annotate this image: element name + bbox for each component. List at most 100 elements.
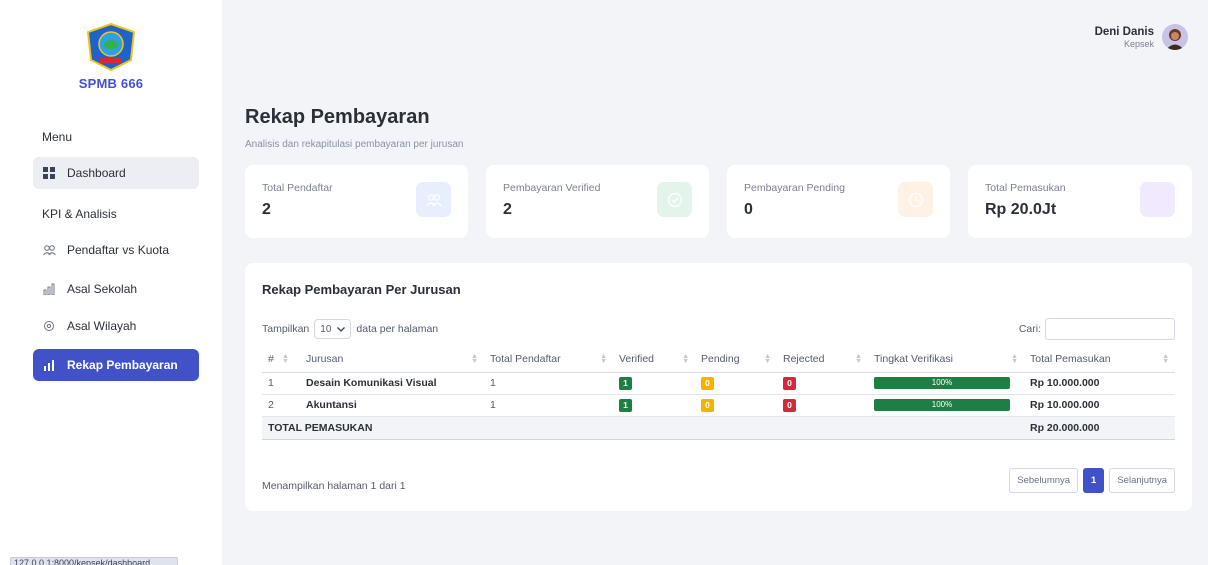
column-header-jurusan[interactable]: Jurusan ▲ ▼ bbox=[300, 346, 484, 373]
cell-jurusan: Desain Komunikasi Visual bbox=[300, 372, 484, 395]
sidebar-item-label: Dashboard bbox=[67, 166, 126, 180]
stat-card-total-pemasukan: Total Pemasukan Rp 20.0Jt bbox=[968, 165, 1192, 238]
table-row: 1 Desain Komunikasi Visual 1 1 0 0 100% … bbox=[262, 372, 1175, 395]
sidebar-item-label: Pendaftar vs Kuota bbox=[67, 243, 170, 257]
stat-value: 2 bbox=[503, 201, 512, 218]
table-info: Menampilkan halaman 1 dari 1 bbox=[262, 480, 406, 492]
sidebar-item-label: Rekap Pembayaran bbox=[67, 358, 178, 372]
table-search: Cari: bbox=[1019, 318, 1175, 340]
next-page-button[interactable]: Selanjutnya bbox=[1109, 468, 1175, 493]
clock-icon bbox=[898, 182, 933, 217]
bar-chart-icon bbox=[42, 358, 56, 372]
status-url: 127.0.0.1:8000/kepsek/dashboard bbox=[10, 557, 178, 565]
page-length-value: 10 bbox=[320, 323, 332, 335]
school-logo bbox=[84, 22, 138, 72]
sort-icon: ▲ ▼ bbox=[282, 353, 289, 365]
cell-total: 1 bbox=[484, 394, 613, 417]
page-subtitle: Analisis dan rekapitulasi pembayaran per… bbox=[245, 139, 464, 150]
stat-value: 0 bbox=[744, 201, 753, 218]
rejected-badge: 0 bbox=[783, 398, 796, 412]
brand-name: SPMB 666 bbox=[78, 76, 144, 91]
menu-heading: Menu bbox=[42, 130, 73, 144]
column-header-pending[interactable]: Pending ▲ ▼ bbox=[695, 346, 777, 373]
table-total-row: TOTAL PEMASUKAN Rp 20.000.000 bbox=[262, 416, 1175, 440]
cell-jurusan: Akuntansi bbox=[300, 394, 484, 417]
stat-card-pembayaran-pending: Pembayaran Pending 0 bbox=[727, 165, 950, 238]
column-header-no[interactable]: # ▲ ▼ bbox=[262, 346, 300, 373]
pagination: Sebelumnya 1 Selanjutnya bbox=[1009, 468, 1175, 493]
stat-label: Pembayaran Verified bbox=[503, 182, 601, 194]
stat-card-total-pendaftar: Total Pendaftar 2 bbox=[245, 165, 468, 238]
sort-icon: ▲ ▼ bbox=[600, 353, 607, 365]
cell-pemasukan: Rp 10.000.000 bbox=[1024, 394, 1175, 417]
map-pin-icon bbox=[42, 319, 56, 333]
brand[interactable]: SPMB 666 bbox=[0, 22, 222, 91]
rekap-table-panel: Rekap Pembayaran Per Jurusan Tampilkan 1… bbox=[245, 263, 1192, 511]
avatar[interactable] bbox=[1162, 24, 1188, 50]
sort-icon: ▲ ▼ bbox=[1011, 353, 1018, 365]
sidebar-item-label: Asal Sekolah bbox=[67, 282, 138, 296]
sort-icon: ▲ ▼ bbox=[471, 353, 478, 365]
user-name: Deni Danis bbox=[1094, 25, 1154, 38]
page-1-button[interactable]: 1 bbox=[1083, 468, 1105, 493]
users-icon bbox=[42, 243, 56, 257]
cell-total: 1 bbox=[484, 372, 613, 395]
cell-no: 1 bbox=[262, 372, 300, 395]
verification-progress-fill: 100% bbox=[874, 377, 1010, 389]
sidebar-item-label: Asal Wilayah bbox=[67, 319, 137, 333]
sort-icon: ▲ ▼ bbox=[682, 353, 689, 365]
chevron-down-icon bbox=[337, 326, 346, 332]
table-header-row: # ▲ ▼ Jurusan ▲ ▼ Total Pendaftar ▲ ▼ Verified… bbox=[262, 346, 1175, 373]
page-length-select[interactable]: 10 bbox=[314, 319, 352, 339]
verification-progress: 100% bbox=[874, 399, 1010, 411]
cell-pemasukan: Rp 10.000.000 bbox=[1024, 372, 1175, 395]
pending-badge: 0 bbox=[701, 398, 714, 412]
column-header-total-pemasukan[interactable]: Total Pemasukan ▲ ▼ bbox=[1024, 346, 1175, 373]
sort-icon: ▲ ▼ bbox=[764, 353, 771, 365]
stat-value: 2 bbox=[262, 201, 271, 218]
verified-badge: 1 bbox=[619, 398, 632, 412]
check-circle-icon bbox=[657, 182, 692, 217]
verified-badge: 1 bbox=[619, 376, 632, 390]
sidebar-item-asal-sekolah[interactable]: Asal Sekolah bbox=[33, 273, 199, 305]
pending-badge: 0 bbox=[701, 376, 714, 390]
prev-page-button[interactable]: Sebelumnya bbox=[1009, 468, 1079, 493]
rejected-badge: 0 bbox=[783, 376, 796, 390]
total-value: Rp 20.000.000 bbox=[1024, 416, 1175, 440]
column-header-total-pendaftar[interactable]: Total Pendaftar ▲ ▼ bbox=[484, 346, 613, 373]
search-input[interactable] bbox=[1045, 318, 1175, 340]
panel-title: Rekap Pembayaran Per Jurusan bbox=[262, 282, 461, 297]
grid-icon bbox=[42, 166, 56, 180]
user-role: Kepsek bbox=[1123, 38, 1154, 49]
search-label: Cari: bbox=[1018, 323, 1041, 335]
table-row: 2 Akuntansi 1 1 0 0 100% Rp 10.000.000 bbox=[262, 394, 1175, 417]
column-header-tingkat-verifikasi[interactable]: Tingkat Verifikasi ▲ ▼ bbox=[868, 346, 1024, 373]
page-title: Rekap Pembayaran bbox=[245, 106, 430, 128]
sidebar-item-rekap-pembayaran[interactable]: Rekap Pembayaran bbox=[33, 349, 199, 381]
sidebar-item-pendaftar-kuota[interactable]: Pendaftar vs Kuota bbox=[33, 234, 199, 266]
page-length-control: Tampilkan 10 data per halaman bbox=[262, 319, 438, 339]
kpi-heading: KPI & Analisis bbox=[42, 207, 117, 221]
sidebar-item-dashboard[interactable]: Dashboard bbox=[33, 157, 199, 189]
total-label: TOTAL PEMASUKAN bbox=[262, 416, 1024, 440]
users-icon bbox=[416, 182, 451, 217]
page-length-suffix: data per halaman bbox=[356, 323, 439, 335]
sidebar-item-asal-wilayah[interactable]: Asal Wilayah bbox=[33, 310, 199, 342]
column-header-verified[interactable]: Verified ▲ ▼ bbox=[613, 346, 695, 373]
cell-no: 2 bbox=[262, 394, 300, 417]
stat-label: Pembayaran Pending bbox=[744, 182, 845, 194]
money-icon bbox=[1140, 182, 1175, 217]
stat-label: Total Pemasukan bbox=[985, 182, 1066, 194]
bar-chart-icon bbox=[42, 282, 56, 296]
verification-progress: 100% bbox=[874, 377, 1010, 389]
user-menu[interactable]: Deni Danis Kepsek bbox=[1095, 24, 1188, 50]
verification-progress-fill: 100% bbox=[874, 399, 1010, 411]
column-header-rejected[interactable]: Rejected ▲ ▼ bbox=[777, 346, 868, 373]
sort-icon: ▲ ▼ bbox=[1162, 353, 1169, 365]
stat-card-pembayaran-verified: Pembayaran Verified 2 bbox=[486, 165, 709, 238]
sort-icon: ▲ ▼ bbox=[855, 353, 862, 365]
page-length-prefix: Tampilkan bbox=[262, 323, 310, 335]
stat-label: Total Pendaftar bbox=[262, 182, 333, 194]
stat-value: Rp 20.0Jt bbox=[985, 201, 1057, 218]
rekap-table: # ▲ ▼ Jurusan ▲ ▼ Total Pendaftar ▲ ▼ Verified… bbox=[262, 346, 1175, 440]
